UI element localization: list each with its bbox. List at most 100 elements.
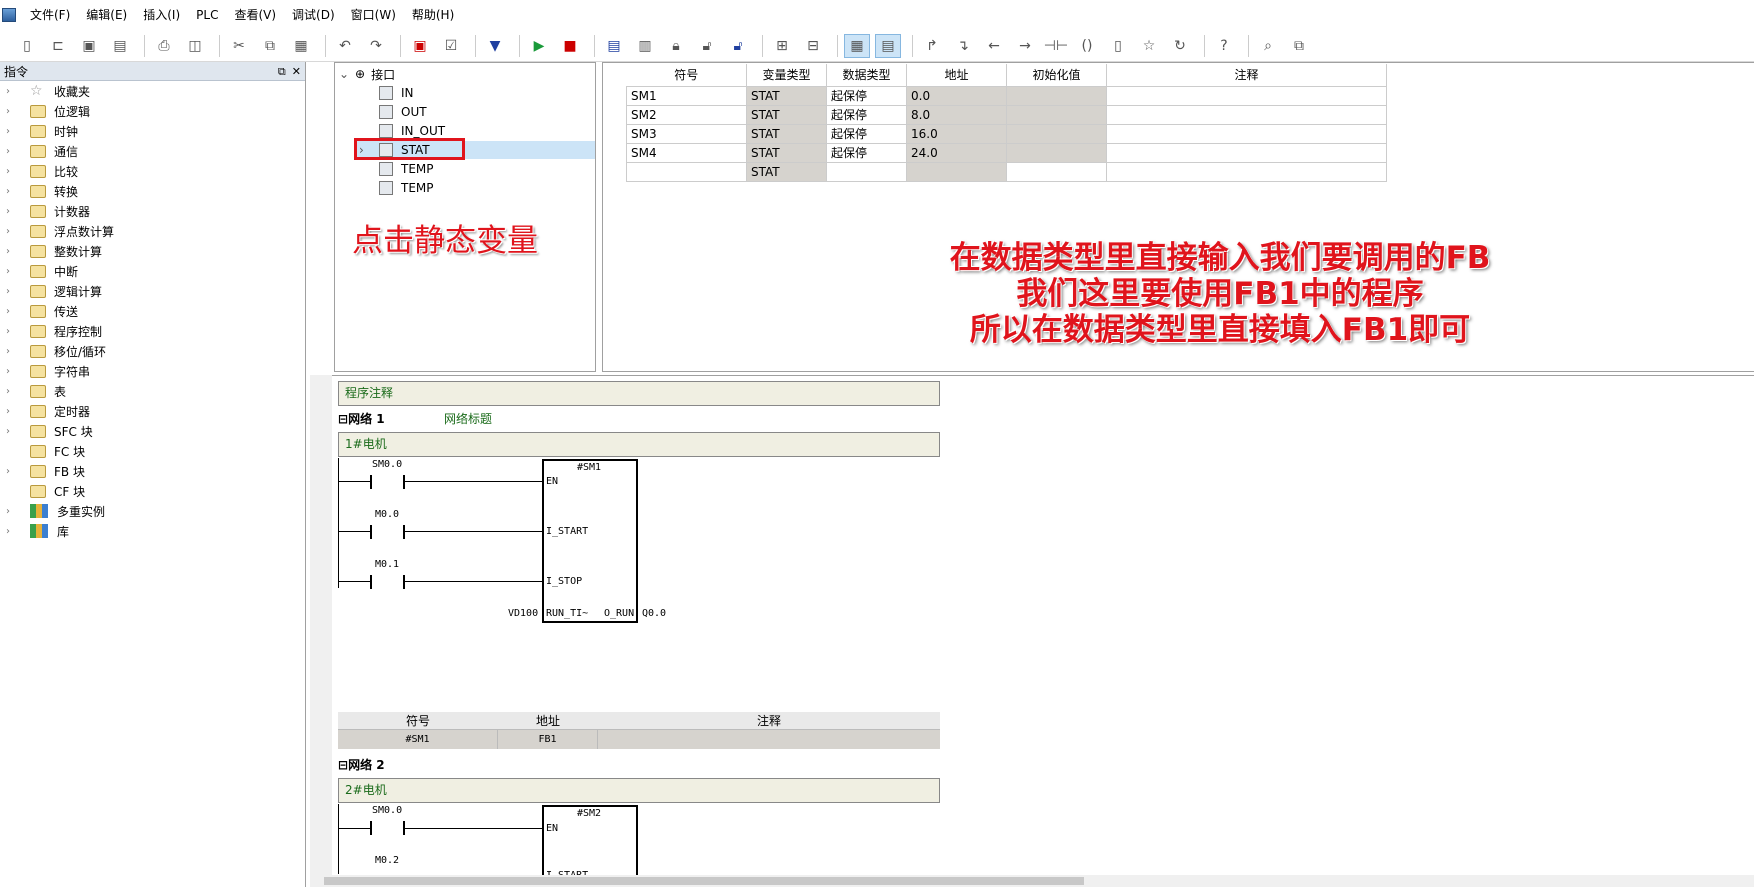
chevron-right-icon[interactable]: › bbox=[6, 506, 20, 517]
menu-debug[interactable]: 调试(D) bbox=[284, 0, 343, 30]
contact-down-icon[interactable]: ↴ bbox=[950, 34, 976, 58]
instruction-item-table[interactable]: › 表 bbox=[0, 381, 305, 401]
save-icon[interactable]: ▣ bbox=[76, 34, 102, 58]
chevron-right-icon[interactable]: › bbox=[6, 186, 20, 197]
box-icon[interactable]: ▯ bbox=[1105, 34, 1131, 58]
instruction-item-library[interactable]: › 库 bbox=[0, 521, 305, 541]
cell-data-type[interactable]: 起保停 bbox=[826, 85, 907, 106]
print-preview-icon[interactable]: ◫ bbox=[182, 34, 208, 58]
cell-comment[interactable] bbox=[1106, 104, 1387, 125]
close-icon[interactable]: ✕ bbox=[292, 65, 301, 78]
instruction-item-favorites[interactable]: › ☆ 收藏夹 bbox=[0, 81, 305, 101]
interface-item-out[interactable]: OUT bbox=[379, 103, 427, 121]
interface-root[interactable]: ⌄ ⊕ 接口 bbox=[339, 65, 395, 83]
cut-icon[interactable]: ✂ bbox=[226, 34, 252, 58]
copy-icon[interactable]: ⧉ bbox=[257, 34, 283, 58]
chevron-right-icon[interactable]: › bbox=[6, 226, 20, 237]
cell-init-value[interactable] bbox=[1006, 85, 1107, 106]
cell-symbol[interactable]: SM2 bbox=[626, 104, 747, 125]
help-icon[interactable]: ? bbox=[1211, 34, 1237, 58]
table-row[interactable]: SM1 STAT 起保停 0.0 bbox=[626, 85, 1387, 106]
refresh-icon[interactable]: ↻ bbox=[1167, 34, 1193, 58]
cell-init-value[interactable] bbox=[1006, 123, 1107, 144]
cell-address[interactable]: 24.0 bbox=[906, 142, 1007, 163]
cell-var-type[interactable]: STAT bbox=[746, 85, 827, 106]
chevron-right-icon[interactable]: › bbox=[6, 86, 20, 97]
cell-symbol[interactable]: SM3 bbox=[626, 123, 747, 144]
chevron-right-icon[interactable]: › bbox=[6, 246, 20, 257]
cell-data-type[interactable]: 起保停 bbox=[826, 142, 907, 163]
menu-window[interactable]: 窗口(W) bbox=[343, 0, 404, 30]
menu-view[interactable]: 查看(V) bbox=[226, 0, 284, 30]
window-icon[interactable]: ⧉ bbox=[1286, 34, 1312, 58]
instruction-item-communication[interactable]: › 通信 bbox=[0, 141, 305, 161]
program-comment[interactable]: 程序注释 bbox=[338, 381, 940, 406]
instruction-item-cf-block[interactable]: CF 块 bbox=[0, 481, 305, 501]
cell-var-type[interactable]: STAT bbox=[746, 104, 827, 125]
cell-data-type[interactable]: 起保停 bbox=[826, 104, 907, 125]
menu-plc[interactable]: PLC bbox=[188, 0, 226, 30]
compile-icon[interactable]: ▣ bbox=[407, 34, 433, 58]
column-header-var-type[interactable]: 变量类型 bbox=[746, 64, 827, 86]
instruction-item-compare[interactable]: › 比较 bbox=[0, 161, 305, 181]
interface-item-temp[interactable]: TEMP bbox=[379, 160, 434, 178]
instruction-item-bit-logic[interactable]: › 位逻辑 bbox=[0, 101, 305, 121]
cell-address[interactable] bbox=[906, 161, 1007, 182]
instruction-item-integer-math[interactable]: › 整数计算 bbox=[0, 241, 305, 261]
contact-up-icon[interactable]: ↱ bbox=[919, 34, 945, 58]
download-icon[interactable]: ▼ bbox=[482, 34, 508, 58]
instruction-item-counter[interactable]: › 计数器 bbox=[0, 201, 305, 221]
toggle-symbol-icon[interactable]: ⊞ bbox=[769, 34, 795, 58]
upload-icon[interactable]: ▤ bbox=[601, 34, 627, 58]
chevron-right-icon[interactable]: › bbox=[6, 366, 20, 377]
cell-init-value[interactable] bbox=[1006, 142, 1107, 163]
chevron-right-icon[interactable]: › bbox=[6, 386, 20, 397]
cell-var-type[interactable]: STAT bbox=[746, 161, 827, 182]
chevron-right-icon[interactable]: › bbox=[6, 406, 20, 417]
chevron-right-icon[interactable]: › bbox=[6, 146, 20, 157]
instruction-item-shift-rotate[interactable]: › 移位/循环 bbox=[0, 341, 305, 361]
chevron-right-icon[interactable]: › bbox=[6, 166, 20, 177]
float-icon[interactable]: ⧉ bbox=[278, 65, 286, 78]
menu-help[interactable]: 帮助(H) bbox=[404, 0, 462, 30]
cell-address[interactable]: 0.0 bbox=[906, 85, 1007, 106]
network-2-comment[interactable]: 2#电机 bbox=[338, 778, 940, 803]
instruction-item-timer[interactable]: › 定时器 bbox=[0, 401, 305, 421]
instruction-item-fb-block[interactable]: › FB 块 bbox=[0, 461, 305, 481]
column-header-init-value[interactable]: 初始化值 bbox=[1006, 64, 1107, 86]
network-2-label[interactable]: ⊟网络 2 bbox=[338, 756, 385, 773]
print-icon[interactable]: ⎙ bbox=[151, 34, 177, 58]
menu-file[interactable]: 文件(F) bbox=[22, 0, 78, 30]
chevron-right-icon[interactable]: › bbox=[6, 206, 20, 217]
network-1-label[interactable]: ⊟网络 1 bbox=[338, 410, 385, 427]
column-header-symbol[interactable]: 符号 bbox=[626, 64, 747, 86]
network-1-title[interactable]: 网络标题 bbox=[444, 410, 492, 427]
cell-init-value[interactable] bbox=[1006, 104, 1107, 125]
arrow-left-icon[interactable]: ← bbox=[981, 34, 1007, 58]
new-icon[interactable]: ▯ bbox=[14, 34, 40, 58]
cell-symbol[interactable]: SM4 bbox=[626, 142, 747, 163]
toggle-table-icon[interactable]: ⊟ bbox=[800, 34, 826, 58]
star-icon[interactable]: ☆ bbox=[1136, 34, 1162, 58]
lock-icon[interactable]: 🔒︎ bbox=[663, 34, 689, 58]
table-row[interactable]: STAT bbox=[626, 161, 1387, 182]
ladder-view-icon[interactable]: ▦ bbox=[844, 33, 870, 58]
menu-edit[interactable]: 编辑(E) bbox=[78, 0, 135, 30]
table-row[interactable]: SM4 STAT 起保停 24.0 bbox=[626, 142, 1387, 163]
instruction-item-convert[interactable]: › 转换 bbox=[0, 181, 305, 201]
chevron-right-icon[interactable]: › bbox=[6, 106, 20, 117]
unlock-all-icon[interactable]: 🔓︎ bbox=[725, 34, 751, 58]
cell-var-type[interactable]: STAT bbox=[746, 142, 827, 163]
open-icon[interactable]: ⊏ bbox=[45, 34, 71, 58]
instruction-item-multi-instance[interactable]: › 多重实例 bbox=[0, 501, 305, 521]
cell-var-type[interactable]: STAT bbox=[746, 123, 827, 144]
zoom-icon[interactable]: ⌕ bbox=[1255, 34, 1281, 58]
interface-item-temp[interactable]: TEMP bbox=[379, 179, 434, 197]
chevron-right-icon[interactable]: › bbox=[6, 346, 20, 357]
column-header-comment[interactable]: 注释 bbox=[1106, 64, 1387, 86]
instruction-item-interrupt[interactable]: › 中断 bbox=[0, 261, 305, 281]
stl-view-icon[interactable]: ▤ bbox=[875, 33, 901, 58]
network-1-comment[interactable]: 1#电机 bbox=[338, 432, 940, 457]
instruction-item-fc-block[interactable]: FC 块 bbox=[0, 441, 305, 461]
instruction-item-float-math[interactable]: › 浮点数计算 bbox=[0, 221, 305, 241]
